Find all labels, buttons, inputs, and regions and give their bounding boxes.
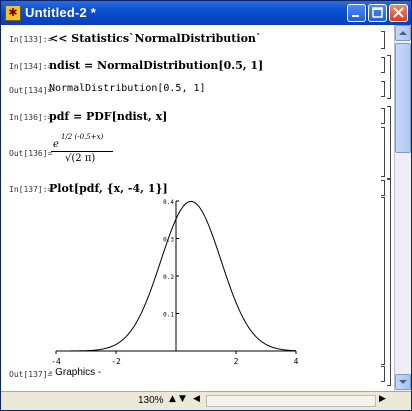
zoom-level[interactable]: 130% [138, 395, 164, 406]
title-bar[interactable]: ✱ Untitled-2 * [1, 1, 411, 25]
zoom-up-icon[interactable]: ▲ [169, 394, 176, 404]
cell-bracket[interactable] [381, 81, 385, 97]
maximize-icon [372, 7, 383, 18]
formula-exponent: 1/2 (-0.5+x) [61, 133, 104, 141]
output-label: Out[136]= [9, 149, 53, 158]
plot-graphic[interactable]: -4 -2 2 40.10.20.30.4 [46, 197, 306, 367]
scroll-thumb[interactable] [395, 43, 411, 153]
formula-denominator: √(2 π) [65, 153, 96, 164]
input-label: In[136]:= [9, 113, 53, 122]
notebook-content[interactable]: In[133]:= << Statistics`NormalDistributi… [1, 25, 394, 391]
input-code[interactable]: << Statistics`NormalDistribution` [49, 32, 261, 45]
group-bracket[interactable] [387, 178, 391, 386]
minimize-icon [352, 15, 359, 17]
y-tick-label: 0.1 [163, 312, 174, 319]
cell-bracket[interactable] [381, 180, 385, 196]
arrow-up-icon [399, 31, 407, 35]
cell-bracket[interactable] [381, 127, 385, 177]
scroll-down-button[interactable] [395, 374, 411, 390]
input-label: In[133]:= [9, 35, 53, 44]
cell-bracket[interactable] [381, 197, 385, 365]
cell-bracket[interactable] [381, 31, 385, 49]
group-bracket[interactable] [387, 106, 391, 180]
formula-output: e 1/2 (-0.5+x) √(2 π) [51, 129, 131, 173]
vertical-scrollbar[interactable] [394, 25, 411, 391]
mathematica-icon: ✱ [5, 5, 21, 21]
window-title: Untitled-2 * [25, 5, 97, 20]
horizontal-scrollbar[interactable] [206, 395, 376, 407]
maximize-button[interactable] [368, 4, 387, 22]
output-text: - Graphics - [49, 367, 102, 378]
minimize-button[interactable] [347, 4, 366, 22]
scroll-left-icon[interactable]: ◀ [193, 394, 200, 404]
zoom-down-icon[interactable]: ▼ [179, 394, 186, 404]
cell-bracket[interactable] [381, 57, 385, 73]
x-tick-label: 2 [234, 357, 239, 366]
output-text: NormalDistribution[0.5, 1] [49, 83, 206, 94]
input-code[interactable]: ndist = NormalDistribution[0.5, 1] [49, 59, 263, 72]
group-bracket[interactable] [387, 55, 391, 99]
scroll-right-icon[interactable]: ▶ [379, 394, 386, 404]
cell-bracket[interactable] [381, 108, 385, 124]
input-code[interactable]: pdf = PDF[ndist, x] [49, 110, 167, 123]
close-icon [393, 7, 404, 18]
x-tick-label: -2 [111, 357, 121, 366]
input-label: In[137]:= [9, 185, 53, 194]
cell-bracket[interactable] [381, 366, 385, 382]
x-tick-label: 4 [294, 357, 299, 366]
output-label: Out[137]= [9, 370, 53, 379]
y-tick-label: 0.4 [163, 199, 174, 206]
y-tick-label: 0.2 [163, 274, 174, 281]
arrow-down-icon [399, 380, 407, 384]
close-button[interactable] [389, 4, 408, 22]
x-tick-label: -4 [51, 357, 61, 366]
output-label: Out[134]= [9, 86, 53, 95]
notebook-window: ✱ Untitled-2 * In[133]:= << Statistics`N… [0, 0, 412, 411]
scroll-up-button[interactable] [395, 25, 411, 41]
input-label: In[134]:= [9, 62, 53, 71]
status-bar: 130% ▲ ▼ ◀ ▶ [1, 391, 411, 410]
input-code[interactable]: Plot[pdf, {x, -4, 1}] [49, 182, 168, 195]
